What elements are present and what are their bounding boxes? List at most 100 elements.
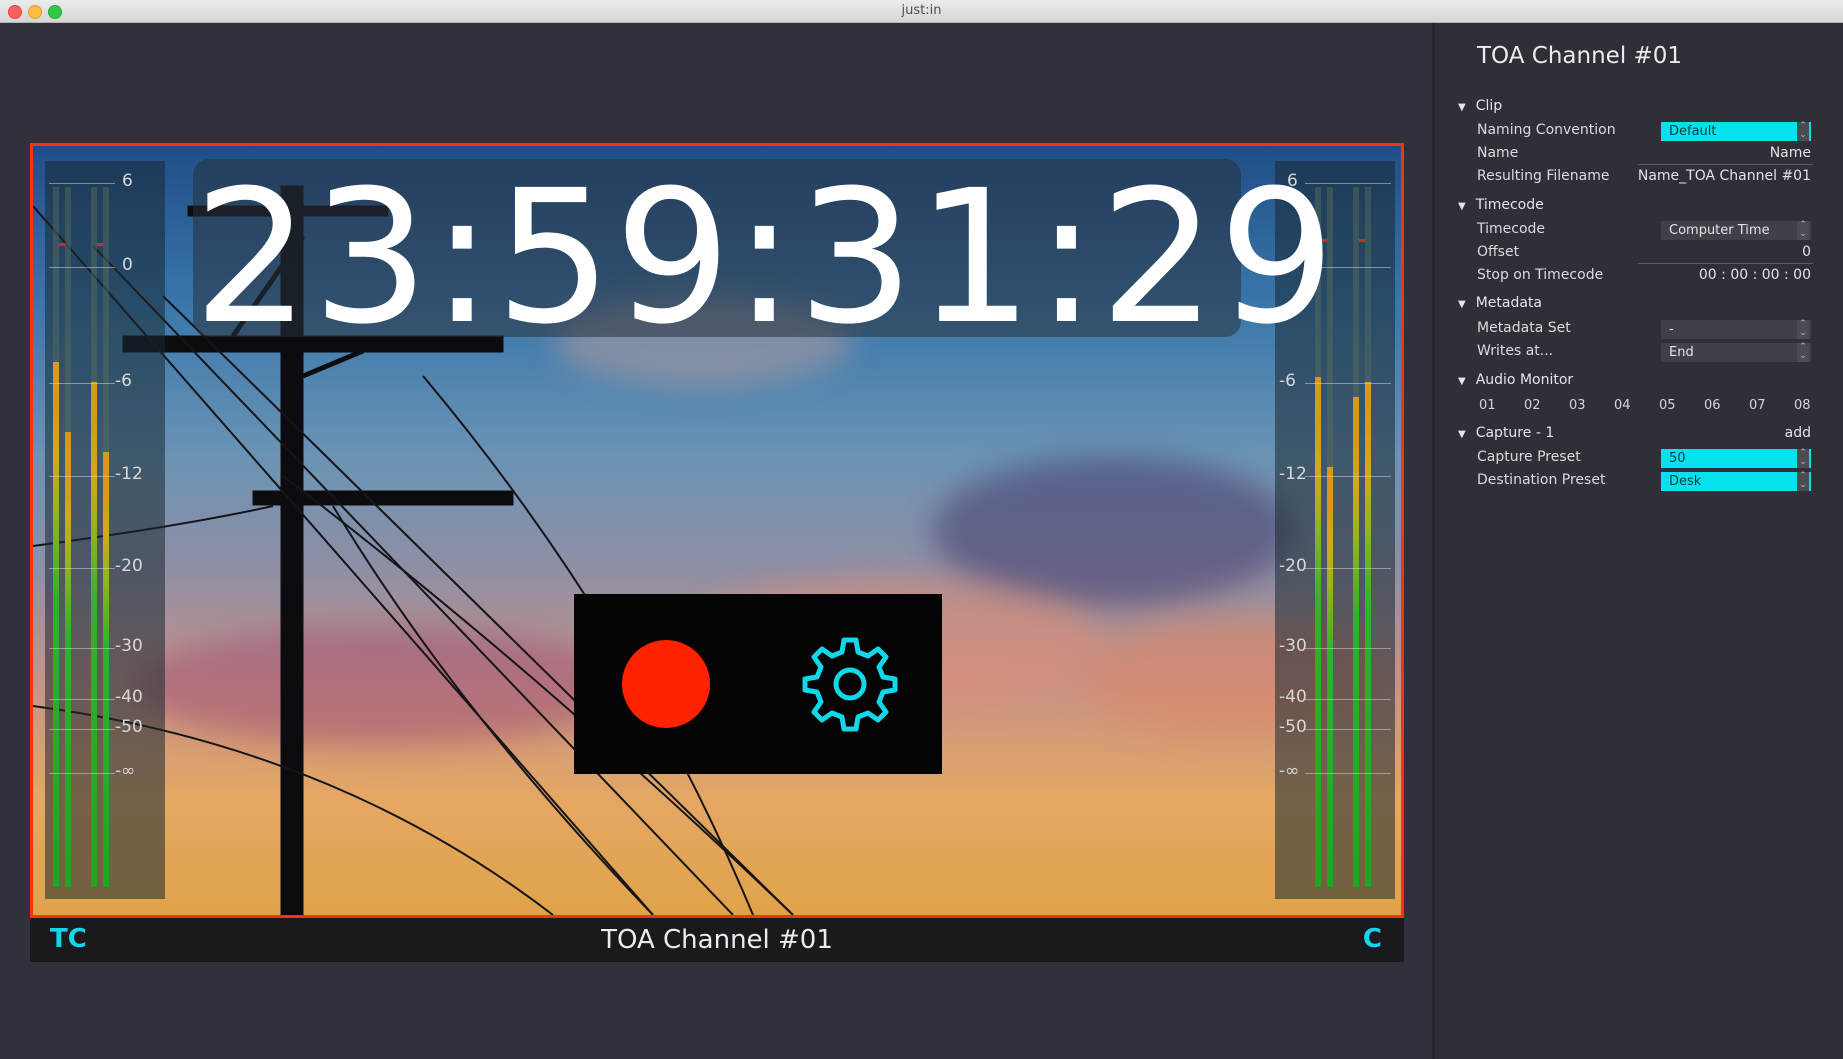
writes-at-value: End [1669,345,1694,360]
scale-label: -20 [115,556,143,576]
scale-label: -6 [115,371,132,391]
settings-button[interactable] [758,594,942,774]
scale-label: -∞ [1279,761,1300,781]
record-icon [622,640,710,728]
audio-channel-toggle[interactable]: 06 [1704,398,1721,413]
title-bar: just:in [0,0,1843,23]
capture-preset-label: Capture Preset [1477,449,1581,465]
section-audio-monitor-toggle[interactable]: ▼ Audio Monitor [1458,372,1573,388]
name-field[interactable]: Name [1770,145,1811,161]
scale-line [1305,773,1391,774]
audio-channel-toggle[interactable]: 01 [1479,398,1496,413]
section-metadata-label: Metadata [1475,295,1542,311]
section-capture-toggle[interactable]: ▼ Capture - 1 [1458,425,1554,441]
scale-line [49,568,115,569]
meter-level [1315,377,1321,887]
meter-level [53,362,59,887]
peak-indicator [97,243,103,246]
writes-at-select[interactable]: End ⌃ ⌄ [1661,343,1811,362]
channel-name: TOA Channel #01 [601,925,833,955]
meter-level [1327,467,1333,887]
audio-channel-toggle[interactable]: 04 [1614,398,1631,413]
panel-title: TOA Channel #01 [1477,43,1683,69]
audio-channel-toggle[interactable]: 07 [1749,398,1766,413]
scale-line [1305,648,1391,649]
scale-line [1305,476,1391,477]
timecode-overlay: 23:59:31:29 [193,151,1336,365]
stepper-arrows-icon: ⌃ ⌄ [1797,320,1809,339]
audio-channel-toggle[interactable]: 03 [1569,398,1586,413]
naming-convention-select[interactable]: Default ⌃ ⌄ [1661,122,1811,141]
scale-label: -30 [115,636,143,656]
scale-label: -∞ [115,761,136,781]
scale-line [1305,383,1391,384]
scale-line [49,183,115,184]
audio-channel-toggle[interactable]: 05 [1659,398,1676,413]
scale-line [49,383,115,384]
scale-line [1305,699,1391,700]
disclosure-triangle-icon: ▼ [1458,429,1466,440]
metadata-set-select[interactable]: - ⌃ ⌄ [1661,320,1811,339]
writes-at-label: Writes at... [1477,343,1554,359]
timecode-display: 23:59:31:29 [193,151,1338,365]
timecode-source-value: Computer Time [1669,223,1770,238]
timecode-source-select[interactable]: Computer Time ⌃ ⌄ [1661,221,1811,240]
peak-indicator [59,243,65,246]
scale-line [49,773,115,774]
stepper-arrows-icon: ⌃ ⌄ [1797,122,1809,141]
section-audio-monitor-label: Audio Monitor [1475,372,1574,388]
add-capture-button[interactable]: add [1785,425,1811,441]
section-clip-toggle[interactable]: ▼ Clip [1458,98,1502,114]
audio-channel-toggle[interactable]: 02 [1524,398,1541,413]
scale-label: -40 [115,687,143,707]
peak-indicator [1359,239,1365,242]
meter-level [1353,397,1359,887]
section-metadata-toggle[interactable]: ▼ Metadata [1458,295,1542,311]
scale-line [1305,729,1391,730]
section-timecode-toggle[interactable]: ▼ Timecode [1458,197,1544,213]
meter-level [103,452,109,887]
record-button[interactable] [574,594,758,774]
audio-channel-toggle[interactable]: 08 [1794,398,1811,413]
section-capture-label: Capture - 1 [1475,425,1555,441]
scale-label: -50 [115,717,143,737]
left-audio-meter: 6 0 -6 -12 -20 -30 -40 -50 -∞ [45,161,165,899]
destination-preset-value: Desk [1669,474,1702,489]
destination-preset-select[interactable]: Desk ⌃ ⌄ [1661,472,1811,491]
offset-field[interactable]: 0 [1802,244,1811,260]
meter-level [65,432,71,887]
stepper-arrows-icon: ⌃ ⌄ [1797,343,1809,362]
offset-label: Offset [1477,244,1520,260]
disclosure-triangle-icon: ▼ [1458,201,1466,212]
offset-field-underline [1638,263,1813,264]
scale-label: -12 [1279,464,1307,484]
section-clip-label: Clip [1475,98,1503,114]
scale-label: -20 [1279,556,1307,576]
capture-preset-select[interactable]: 50 ⌃ ⌄ [1661,449,1811,468]
scale-label: -30 [1279,636,1307,656]
stepper-arrows-icon: ⌃ ⌄ [1797,221,1809,240]
stop-on-timecode-label: Stop on Timecode [1477,267,1604,283]
scale-line [49,648,115,649]
name-field-underline [1638,164,1813,165]
scale-label: -12 [115,464,143,484]
metadata-set-value: - [1669,322,1674,337]
disclosure-triangle-icon: ▼ [1458,102,1466,113]
resulting-filename-label: Resulting Filename [1477,168,1610,184]
disclosure-triangle-icon: ▼ [1458,376,1466,387]
gear-icon [802,637,898,732]
resulting-filename-value: Name_TOA Channel #01 [1637,168,1811,184]
scale-line [1305,568,1391,569]
scale-label: -6 [1279,371,1296,391]
section-timecode-label: Timecode [1475,197,1544,213]
scale-line [49,699,115,700]
scale-line [49,267,115,268]
video-preview: 6 0 -6 -12 -20 -30 -40 -50 -∞ 6 0 -6 -12… [30,143,1404,918]
capture-preset-value: 50 [1669,451,1686,466]
stepper-arrows-icon: ⌃ ⌄ [1797,472,1809,491]
window-title: just:in [901,3,942,18]
stop-on-timecode-field[interactable]: 00 : 00 : 00 : 00 [1699,267,1811,283]
meter-level [1365,382,1371,887]
preview-area: 6 0 -6 -12 -20 -30 -40 -50 -∞ 6 0 -6 -12… [0,23,1432,1059]
inspector-panel: TOA Channel #01 ▼ Clip Naming Convention … [1435,23,1843,1059]
